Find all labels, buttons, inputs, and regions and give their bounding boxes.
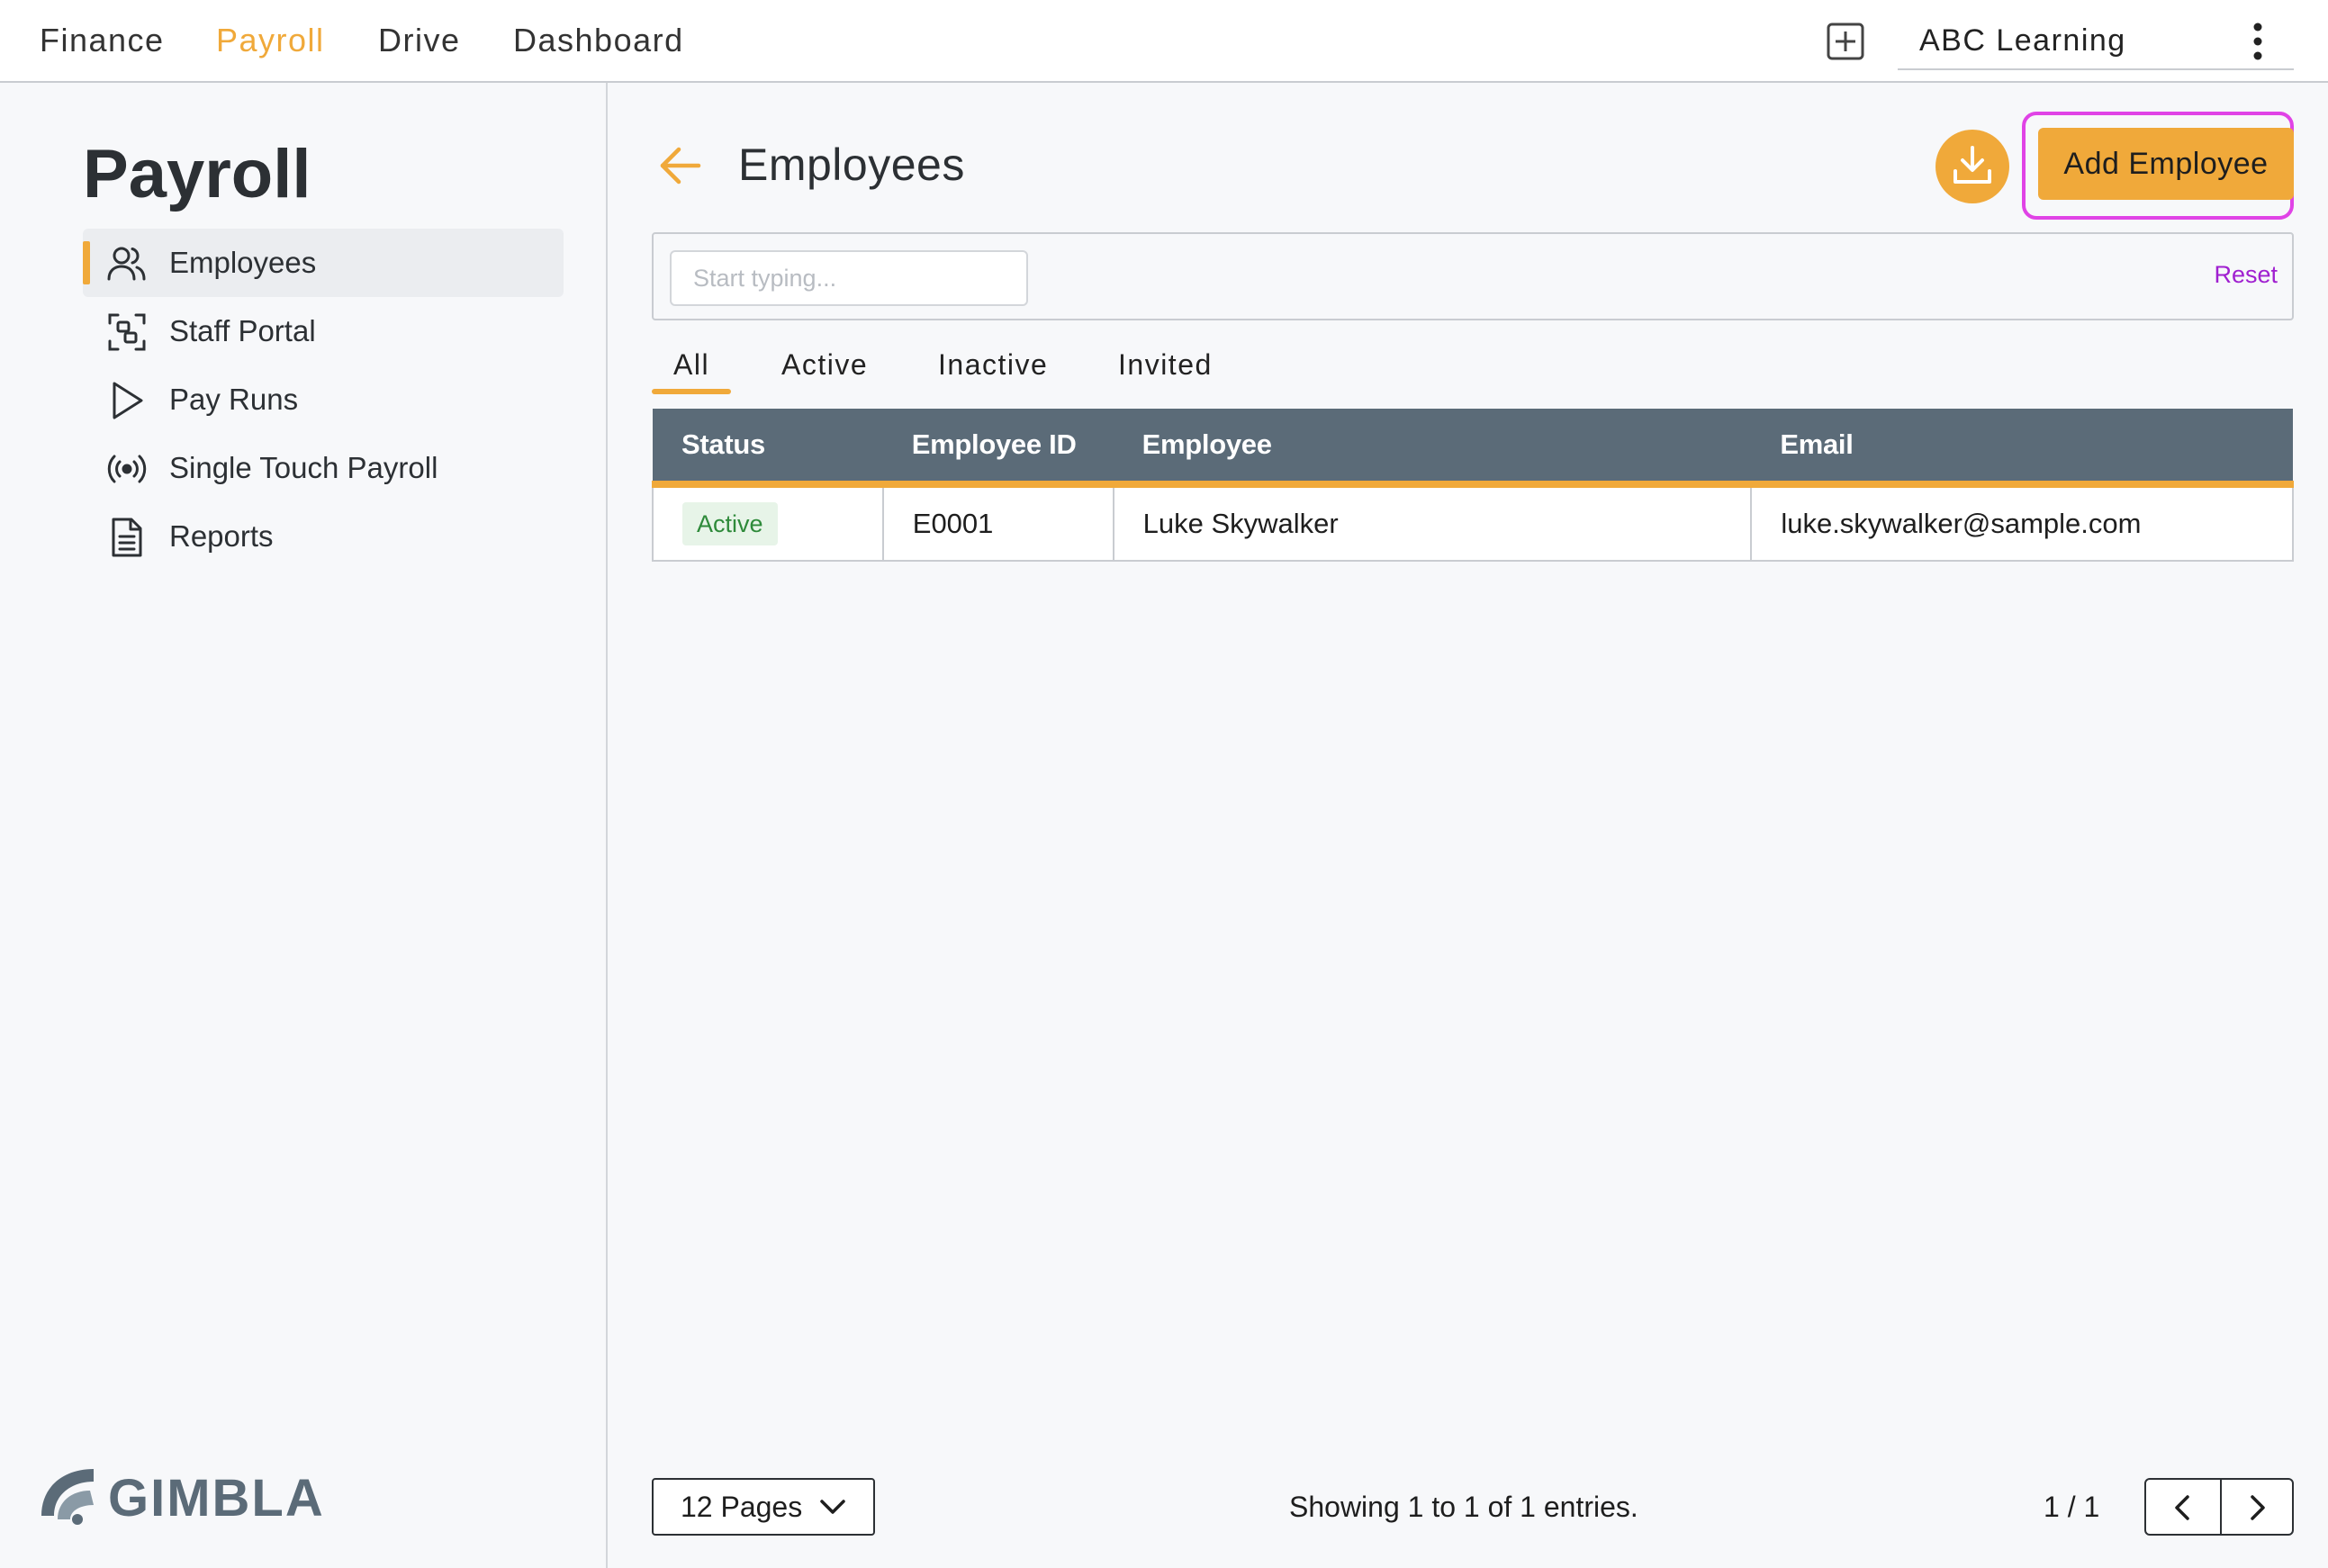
sidebar-item-staff-portal[interactable]: Staff Portal [83,297,564,365]
scan-portal-icon [106,311,148,353]
reset-link[interactable]: Reset [2214,261,2278,289]
users-icon [106,243,148,284]
tab-all[interactable]: All [651,342,732,394]
chevron-right-icon [2251,1495,2265,1520]
download-button[interactable] [1935,130,2009,203]
pages-select-label: 12 Pages [681,1491,803,1523]
tab-active[interactable]: Active [781,342,868,391]
sidebar-item-label: Staff Portal [169,314,316,347]
nav-drive[interactable]: Drive [378,16,461,65]
top-navigation-bar: Finance Payroll Drive Dashboard ABC Lear… [0,0,2328,83]
tab-inactive[interactable]: Inactive [938,342,1048,391]
nav-payroll[interactable]: Payroll [216,16,325,65]
table-row[interactable]: Active E0001 Luke Skywalker luke.skywalk… [652,483,2294,562]
previous-page-button[interactable] [2146,1480,2222,1534]
email-cell: luke.skywalker@sample.com [1750,483,2294,562]
column-header-employee-id[interactable]: Employee ID [882,409,1114,488]
column-header-employee[interactable]: Employee [1113,409,1752,488]
next-page-button[interactable] [2220,1480,2294,1534]
employee-name-cell: Luke Skywalker [1112,483,1753,562]
status-cell: Active [652,483,884,562]
table-header-row: Status Employee ID Employee Email [653,409,2293,488]
sidebar-item-reports[interactable]: Reports [83,502,564,571]
chevron-left-icon [2175,1495,2189,1520]
tab-invited[interactable]: Invited [1118,342,1213,391]
search-input[interactable] [670,250,1028,306]
employee-id-cell: E0001 [881,483,1114,562]
logo-text: GIMBLA [108,1469,325,1527]
nav-dashboard[interactable]: Dashboard [513,16,684,65]
status-badge: Active [682,502,778,545]
column-header-status[interactable]: Status [653,409,883,488]
sidebar-item-single-touch-payroll[interactable]: Single Touch Payroll [83,434,564,502]
broadcast-icon [106,448,148,490]
column-header-email[interactable]: Email [1751,409,2293,488]
add-box-icon[interactable] [1826,22,1865,61]
sidebar-item-label: Reports [169,519,274,553]
nav-finance[interactable]: Finance [40,16,165,65]
chevron-down-icon [820,1500,845,1514]
play-icon [106,380,148,421]
sidebar-item-label: Employees [169,246,317,279]
document-icon [106,517,148,558]
back-arrow-icon[interactable] [657,142,704,189]
sidebar-item-pay-runs[interactable]: Pay Runs [83,365,564,434]
sidebar: Payroll Employees Staff Portal Pay Runs … [0,83,608,1568]
gimbla-logo: GIMBLA [38,1460,335,1532]
sidebar-item-label: Single Touch Payroll [169,451,438,484]
pages-select[interactable]: 12 Pages [652,1478,875,1536]
download-icon [1954,146,1991,184]
kebab-menu-icon[interactable] [2240,20,2276,63]
sidebar-item-employees[interactable]: Employees [83,229,564,297]
sidebar-title: Payroll [83,136,311,212]
add-employee-button[interactable]: Add Employee [2038,128,2294,200]
entries-info: Showing 1 to 1 of 1 entries. [1289,1491,1638,1523]
organization-select[interactable]: ABC Learning [1898,11,2294,70]
sidebar-item-label: Pay Runs [169,383,299,416]
pagination [2144,1478,2294,1536]
organization-name: ABC Learning [1919,23,2126,58]
page-indicator: 1 / 1 [2044,1491,2100,1523]
filter-bar: Reset [652,232,2294,320]
page-title: Employees [738,140,965,190]
employees-table: Status Employee ID Employee Email Active… [652,409,2294,562]
